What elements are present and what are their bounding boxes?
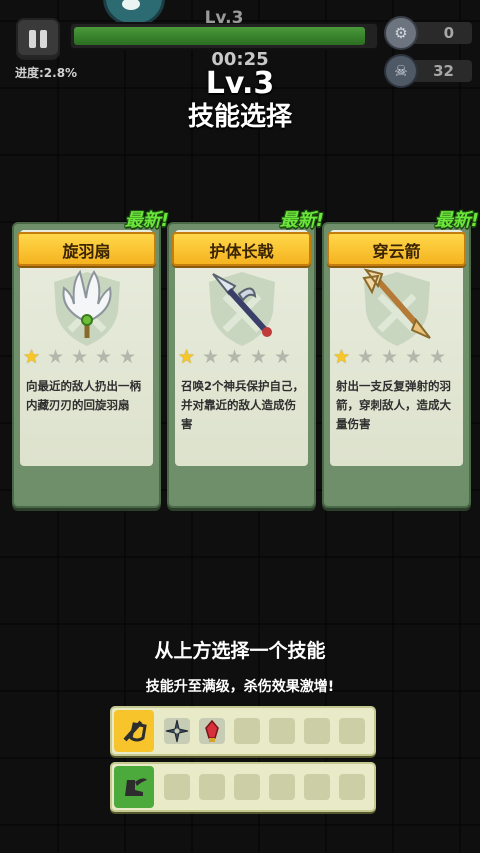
skill-card-2[interactable]: 护体长戟 最新! ★ ★ ★ ★ ★ 召唤2个神兵保护自己，并对靠近的敌人造成伤害 — [167, 210, 324, 508]
skill-slot-empty — [199, 774, 225, 800]
hint-main: 从上方选择一个技能 — [154, 640, 326, 662]
shuriken-icon — [165, 719, 189, 743]
star-empty-icon: ★ — [47, 346, 65, 368]
new-badge: 最新! — [279, 210, 324, 231]
skill-slot-empty — [269, 718, 295, 744]
red-crystal-icon — [205, 719, 219, 742]
skill-select-title: 技能选择 — [187, 102, 292, 132]
skill-slot — [199, 718, 225, 744]
skill-slot-empty — [164, 774, 190, 800]
skill-slot — [164, 718, 190, 744]
coin-counter: ⚙ 0 — [384, 16, 472, 50]
skill-slot-empty — [304, 774, 330, 800]
star-rating: ★ ★ ★ ★ ★ — [23, 346, 153, 368]
skill-slot-empty — [234, 718, 260, 744]
star-filled-icon: ★ — [178, 346, 196, 368]
star-rating: ★ ★ ★ ★ ★ — [178, 346, 308, 368]
star-empty-icon: ★ — [226, 346, 244, 368]
star-empty-icon: ★ — [95, 346, 113, 368]
xp-bar-fill — [74, 27, 365, 45]
star-rating: ★ ★ ★ ★ ★ — [333, 346, 463, 368]
skill-slot-empty — [269, 774, 295, 800]
card-description: 射出一支反复弹射的羽箭，穿刺敌人，造成大量伤害 — [336, 379, 451, 431]
card-title: 旋羽扇 — [62, 242, 111, 261]
star-filled-icon: ★ — [333, 346, 351, 368]
star-empty-icon: ★ — [429, 346, 447, 368]
skill-slot-empty — [304, 718, 330, 744]
hint-sub: 技能升至满级，杀伤效果激增! — [145, 679, 335, 695]
skill-card-1[interactable]: 旋羽扇 最新! ★ ★ ★ ★ ★ 向最近的敌人扔出一柄内藏刃刃的回旋羽扇 — [12, 210, 169, 508]
skill-slot-empty — [339, 774, 365, 800]
star-empty-icon: ★ — [71, 346, 89, 368]
new-badge: 最新! — [124, 210, 169, 231]
card-description: 召唤2个神兵保护自己，并对靠近的敌人造成伤害 — [181, 379, 305, 431]
passive-skill-slots — [110, 762, 376, 812]
card-banner: 护体长戟 — [172, 232, 311, 266]
star-filled-icon: ★ — [23, 346, 41, 368]
star-empty-icon: ★ — [405, 346, 423, 368]
card-description: 向最近的敌人扔出一柄内藏刃刃的回旋羽扇 — [26, 379, 141, 412]
active-skill-slots — [110, 706, 376, 756]
star-empty-icon: ★ — [357, 346, 375, 368]
coin-count: 0 — [443, 24, 454, 42]
new-badge: 最新! — [434, 210, 479, 231]
star-empty-icon: ★ — [274, 346, 292, 368]
feather-fan-icon — [62, 269, 112, 338]
skill-slot-empty — [339, 718, 365, 744]
halberd-icon — [212, 273, 272, 337]
gear-coin-icon: ⚙ — [384, 16, 418, 50]
skill-slot-empty — [234, 774, 260, 800]
arrow-icon — [362, 268, 431, 339]
card-title: 穿云箭 — [372, 242, 421, 261]
xp-level-label: Lv.3 — [204, 8, 244, 28]
pause-icon — [29, 30, 36, 48]
card-banner: 旋羽扇 — [17, 232, 156, 266]
star-empty-icon: ★ — [202, 346, 220, 368]
skill-card-3[interactable]: 穿云箭 最新! ★ ★ ★ ★ ★ 射出一支反复弹射的羽箭，穿刺敌人，造成大量伤害 — [322, 210, 479, 508]
winged-boot-icon — [114, 766, 154, 808]
card-banner: 穿云箭 — [327, 232, 466, 266]
sword-shield-icon — [114, 710, 154, 752]
star-empty-icon: ★ — [381, 346, 399, 368]
star-empty-icon: ★ — [250, 346, 268, 368]
star-empty-icon: ★ — [119, 346, 137, 368]
card-title: 护体长戟 — [209, 242, 274, 261]
